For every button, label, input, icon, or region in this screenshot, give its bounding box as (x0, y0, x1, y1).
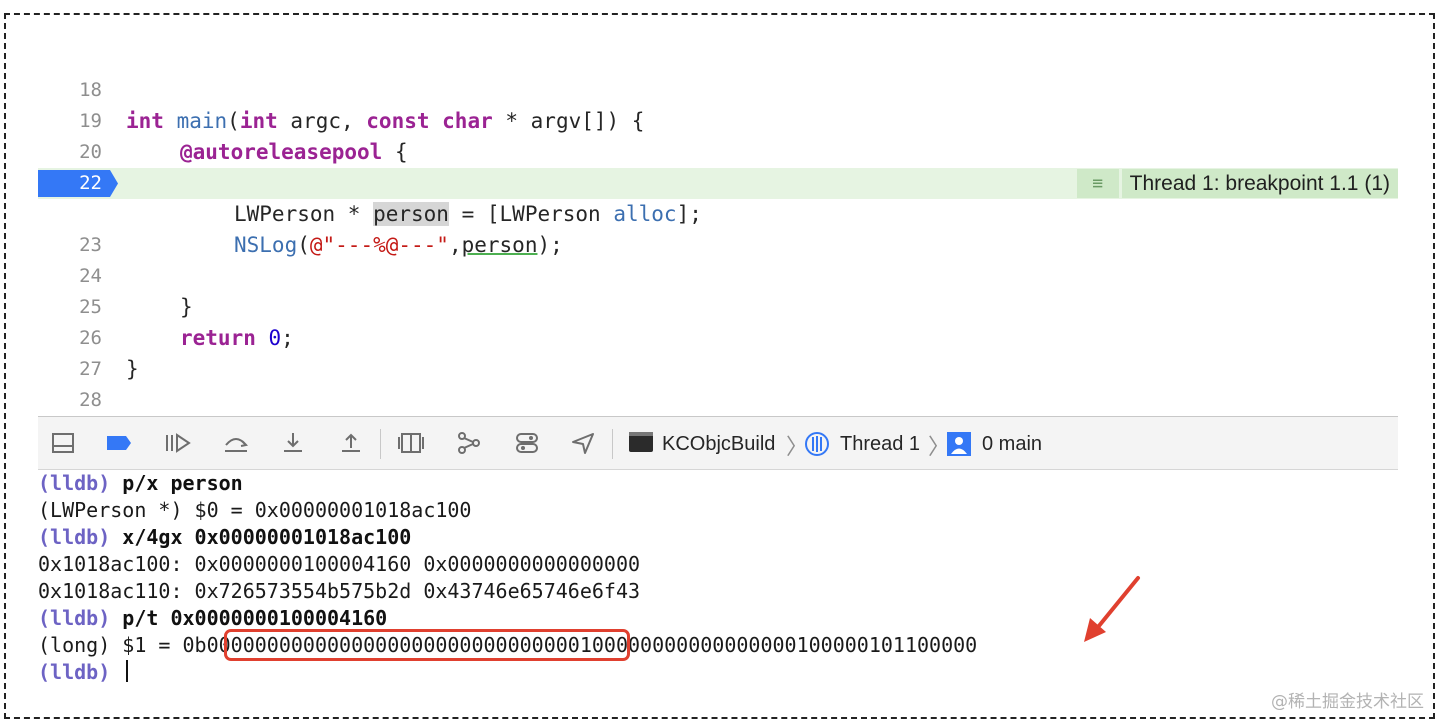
menu-icon[interactable]: ≡ (1076, 169, 1119, 198)
annotation-arrow-icon (1084, 576, 1140, 642)
console-line: (lldb) x/4gx 0x00000001018ac100 (38, 524, 411, 551)
lldb-prompt: (lldb) (38, 525, 111, 549)
code-line[interactable]: 29 (38, 385, 1398, 442)
console-line: 0x1018ac110: 0x726573554b575b2d 0x43746e… (38, 579, 641, 603)
lldb-prompt: (lldb) (38, 660, 111, 684)
breakpoint-badge[interactable]: ≡ Thread 1: breakpoint 1.1 (1) (1076, 168, 1398, 199)
terminal-app-icon (628, 431, 654, 457)
console-line: 0x1018ac100: 0x0000000100004160 0x000000… (38, 552, 641, 576)
code-line[interactable]: 21 LWPerson * person = [LWPerson alloc]; (38, 137, 1398, 226)
breakpoint-marker[interactable]: 22 (38, 170, 118, 197)
console-command: p/x person (110, 471, 243, 495)
lldb-prompt: (lldb) (38, 606, 111, 630)
code-line[interactable]: 23 (38, 199, 1398, 256)
console-input-line[interactable]: (lldb) (38, 659, 129, 686)
console-line: (LWPerson *) $0 = 0x00000001018ac100 (38, 498, 472, 522)
step-into-icon[interactable] (280, 431, 306, 457)
code-editor[interactable]: 18 int main(int argc, const char * argv[… (38, 44, 1398, 442)
lldb-prompt: (lldb) (38, 471, 111, 495)
code-line[interactable]: 28 (38, 354, 1398, 411)
user-frame-icon (946, 431, 972, 457)
code-line[interactable]: 24 } (38, 230, 1398, 319)
target-name[interactable]: KCObjcBuild (662, 431, 775, 457)
toolbar-divider (380, 429, 381, 459)
step-out-icon[interactable] (338, 431, 364, 457)
thread-icon (804, 431, 830, 457)
environment-overrides-icon[interactable] (514, 431, 540, 457)
console-line: (lldb) p/x person (38, 470, 243, 497)
hide-console-icon[interactable] (50, 431, 76, 457)
code-line[interactable]: 20 (38, 106, 1398, 163)
breakpoint-toggle-icon[interactable] (106, 431, 132, 457)
text-cursor (126, 660, 129, 682)
highlight-box (224, 629, 630, 661)
code-line[interactable]: 27 (38, 323, 1398, 380)
memory-graph-icon[interactable] (456, 431, 482, 457)
console-command: x/4gx 0x00000001018ac100 (110, 525, 412, 549)
frame-name[interactable]: 0 main (982, 431, 1042, 457)
code-line[interactable]: 19 @autoreleasepool { (38, 75, 1398, 164)
thread-name[interactable]: Thread 1 (840, 431, 920, 457)
code-line[interactable]: 18 int main(int argc, const char * argv[… (38, 44, 1398, 133)
view-debugger-icon[interactable] (398, 431, 424, 457)
debug-toolbar: KCObjcBuild 〉 Thread 1 〉 0 main (38, 416, 1398, 470)
continue-icon[interactable] (164, 431, 191, 457)
console-command: p/t 0x0000000100004160 (110, 606, 388, 630)
breakpoint-line[interactable]: 22 NSLog(@"---%@---",person); ≡ Thread 1… (38, 168, 1398, 257)
line-number: 22 (79, 172, 102, 194)
code-line[interactable]: 26 } (38, 292, 1398, 381)
console-line: (lldb) p/t 0x0000000100004160 (38, 605, 387, 632)
location-icon[interactable] (570, 431, 596, 457)
toolbar-divider (612, 429, 613, 459)
code-line[interactable]: 25 return 0; (38, 261, 1398, 350)
console-command (110, 660, 122, 684)
step-over-icon[interactable] (222, 431, 249, 457)
watermark: @稀土掘金技术社区 (1271, 692, 1424, 712)
breakpoint-label: Thread 1: breakpoint 1.1 (1) (1121, 169, 1398, 198)
